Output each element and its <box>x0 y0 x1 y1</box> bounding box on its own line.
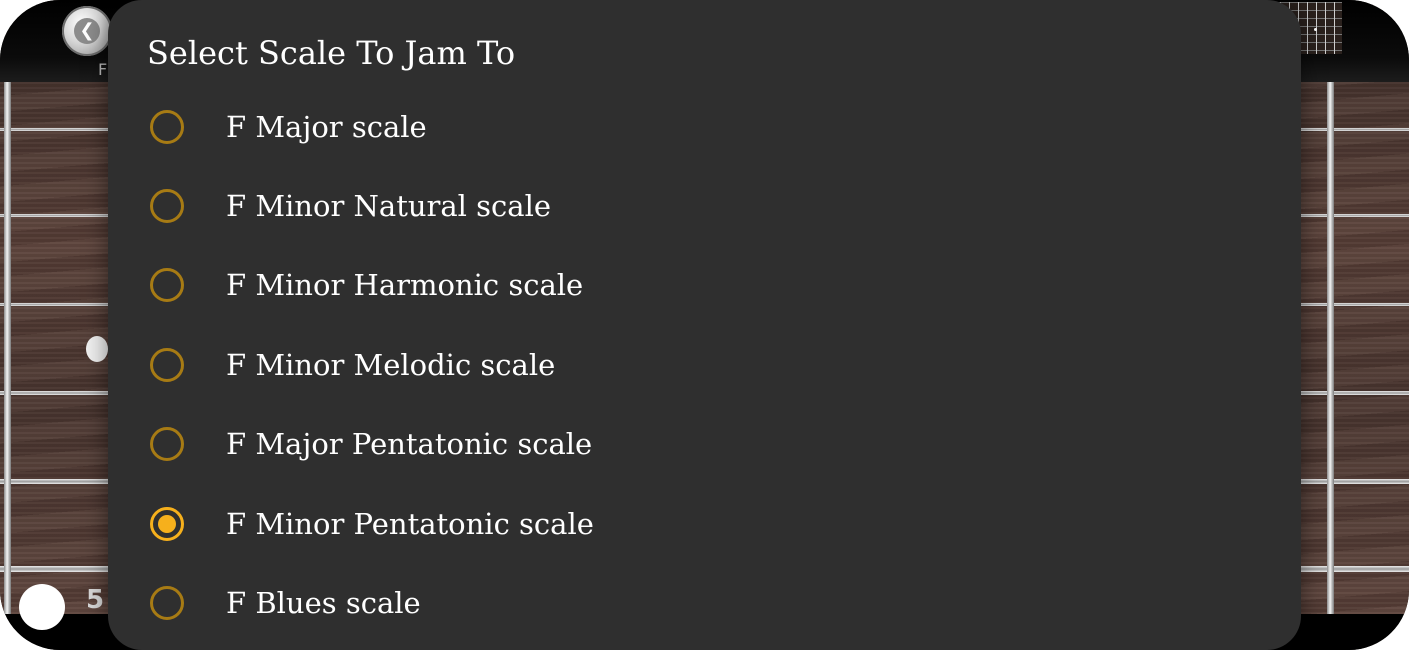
option-label: F Major Pentatonic scale <box>226 427 593 462</box>
radio-button[interactable] <box>150 109 184 144</box>
dialog-title: Select Scale To Jam To <box>147 34 516 72</box>
option-label: F Minor Pentatonic scale <box>226 506 594 541</box>
option-label: F Major scale <box>226 109 427 144</box>
back-button-label: F <box>98 60 108 79</box>
back-button[interactable]: ❮ <box>62 6 112 56</box>
radio-button[interactable] <box>150 189 184 224</box>
app-screen: ❮ F 5 Select Scale To Jam To F Major sca… <box>0 0 1409 650</box>
option-label: F Blues scale <box>226 586 421 621</box>
option-label: F Minor Harmonic scale <box>226 268 584 303</box>
fret-dot-marker <box>1314 28 1317 31</box>
scale-select-dialog: Select Scale To Jam To F Major scale F M… <box>108 0 1301 650</box>
fret-position-dot <box>86 336 108 362</box>
fret-dot-marker <box>19 584 65 630</box>
option-label: F Minor Melodic scale <box>226 347 556 382</box>
radio-button[interactable] <box>150 506 184 541</box>
scale-option-f-major-pentatonic[interactable]: F Major Pentatonic scale <box>108 405 1301 484</box>
radio-button[interactable] <box>150 586 184 621</box>
option-label: F Minor Natural scale <box>226 189 552 224</box>
fret-wire <box>1327 82 1334 614</box>
radio-button[interactable] <box>150 427 184 462</box>
scale-option-f-minor-pentatonic[interactable]: F Minor Pentatonic scale <box>108 484 1301 563</box>
fret-wire <box>4 82 11 614</box>
fret-number: 5 <box>86 585 105 615</box>
scale-option-f-minor-melodic[interactable]: F Minor Melodic scale <box>108 325 1301 404</box>
scale-option-f-minor-harmonic[interactable]: F Minor Harmonic scale <box>108 246 1301 325</box>
chevron-left-icon: ❮ <box>74 18 100 44</box>
scale-option-f-blues[interactable]: F Blues scale <box>108 563 1301 642</box>
scale-option-f-minor-natural[interactable]: F Minor Natural scale <box>108 166 1301 245</box>
scale-options-list: F Major scale F Minor Natural scale F Mi… <box>108 87 1301 643</box>
scale-option-f-major[interactable]: F Major scale <box>108 87 1301 166</box>
radio-button[interactable] <box>150 268 184 303</box>
radio-button[interactable] <box>150 347 184 382</box>
